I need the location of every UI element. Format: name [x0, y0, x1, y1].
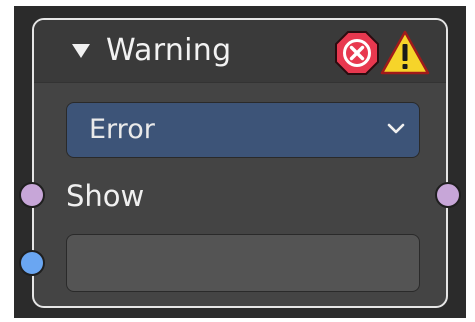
show-label: Show [66, 179, 145, 213]
show-input-socket[interactable] [19, 182, 45, 208]
show-output-socket[interactable] [435, 182, 461, 208]
warning-node[interactable]: Warning Error Show [19, 18, 461, 308]
error-icon [335, 31, 379, 75]
node-title: Warning [106, 33, 232, 68]
dropdown-selected-label: Error [89, 114, 155, 145]
message-input-socket[interactable] [19, 250, 45, 276]
collapse-triangle-icon[interactable] [72, 44, 90, 58]
warning-icon [380, 30, 430, 75]
warning-type-dropdown[interactable]: Error [66, 102, 420, 158]
node-editor-canvas: Warning Error Show [0, 0, 475, 322]
message-input-field[interactable] [66, 234, 420, 292]
node-header[interactable]: Warning [34, 20, 446, 83]
chevron-down-icon [387, 123, 405, 134]
